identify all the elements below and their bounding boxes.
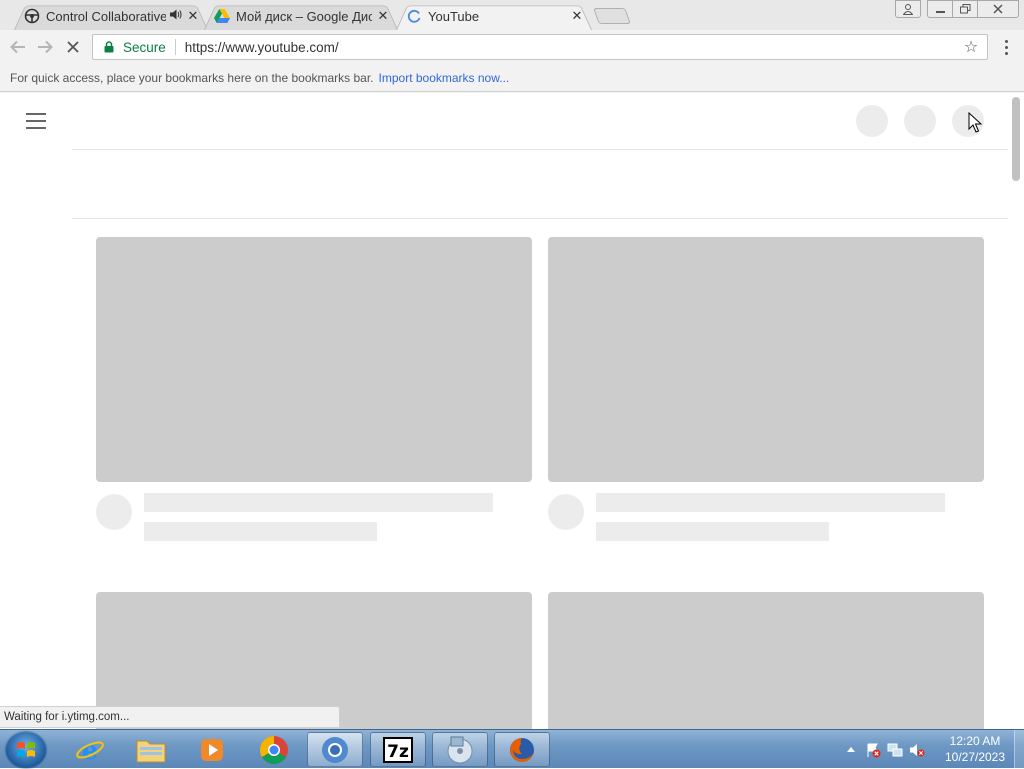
taskbar-media-player[interactable] — [184, 732, 240, 767]
tab-title: YouTube — [428, 8, 480, 24]
system-tray — [840, 730, 928, 769]
taskbar-chromium[interactable] — [307, 732, 363, 767]
page-scrollbar[interactable] — [1008, 93, 1024, 729]
header-placeholder-circle — [856, 105, 888, 137]
person-icon — [903, 3, 913, 15]
show-desktop-button[interactable] — [1014, 730, 1024, 769]
status-bubble: Waiting for i.ytimg.com... — [0, 706, 340, 728]
lock-icon — [101, 41, 117, 53]
video-thumbnail-placeholder[interactable] — [548, 237, 984, 482]
address-bar[interactable]: Secure https://www.youtube.com/ ☆ — [92, 34, 988, 60]
taskbar-windows-explorer[interactable] — [123, 732, 179, 767]
loading-spinner-icon — [406, 8, 422, 24]
video-meta-placeholder — [596, 522, 829, 541]
video-title-placeholder — [144, 493, 493, 512]
tab-close-button[interactable]: ✕ — [376, 8, 390, 24]
speaker-icon[interactable] — [170, 9, 182, 23]
svg-text:7z: 7z — [387, 742, 409, 762]
profile-button[interactable] — [895, 0, 921, 18]
disk-tool-icon — [447, 736, 473, 763]
firefox-icon — [510, 737, 534, 762]
video-title-placeholder — [596, 493, 945, 512]
minimize-icon — [935, 11, 945, 13]
tab-close-button[interactable]: ✕ — [570, 8, 584, 24]
chrome-icon — [260, 735, 288, 764]
bookmarks-bar: For quick access, place your bookmarks h… — [0, 64, 1024, 92]
kebab-dot — [1004, 51, 1008, 55]
url-text[interactable]: https://www.youtube.com/ — [185, 40, 959, 55]
close-window-button[interactable] — [977, 0, 1019, 18]
chromium-icon — [322, 736, 348, 763]
header-placeholder-circle — [904, 105, 936, 137]
taskbar-internet-explorer[interactable]: e — [62, 732, 118, 767]
scrollbar-thumb[interactable] — [1012, 97, 1020, 181]
mouse-cursor-icon — [968, 112, 982, 133]
forward-button[interactable] — [34, 36, 56, 58]
close-icon — [993, 4, 1003, 14]
chevron-up-icon — [847, 747, 855, 752]
kebab-dot — [1004, 45, 1008, 49]
video-meta-placeholder — [144, 522, 377, 541]
tab-title: Мой диск – Google Диск — [236, 8, 372, 24]
back-button[interactable] — [7, 36, 29, 58]
clock-date: 10/27/2023 — [944, 750, 1006, 764]
media-player-icon — [201, 738, 223, 761]
volume-muted-icon[interactable] — [906, 741, 928, 759]
folder-icon — [136, 740, 166, 762]
bookmarks-bar-message: For quick access, place your bookmarks h… — [10, 70, 374, 85]
import-bookmarks-link[interactable]: Import bookmarks now... — [379, 71, 510, 85]
arrow-left-icon — [10, 40, 25, 54]
secure-label: Secure — [123, 39, 166, 55]
bookmark-star-icon[interactable]: ☆ — [959, 37, 983, 57]
browser-chrome: Control Collaborative ✕ Мой диск – Googl… — [0, 0, 1024, 93]
video-thumbnail-placeholder[interactable] — [548, 592, 984, 729]
stop-loading-button[interactable] — [62, 36, 84, 58]
clock-time: 12:20 AM — [949, 734, 1001, 748]
tab-control-collaborative[interactable]: Control Collaborative ✕ — [14, 2, 208, 30]
channel-avatar-placeholder — [548, 494, 584, 530]
taskbar-firefox[interactable] — [494, 732, 550, 767]
taskbar-clock[interactable]: 12:20 AM 10/27/2023 — [940, 733, 1010, 765]
network-icon[interactable] — [884, 741, 906, 759]
stop-x-icon — [67, 41, 79, 53]
tab-strip: Control Collaborative ✕ Мой диск – Googl… — [0, 0, 1024, 30]
youtube-page — [0, 93, 1024, 729]
video-thumbnail-placeholder[interactable] — [96, 237, 532, 482]
hamburger-menu-icon[interactable] — [26, 113, 46, 129]
svg-text:e: e — [82, 736, 99, 765]
tab-youtube[interactable]: YouTube ✕ — [396, 2, 592, 30]
internet-explorer-icon: e — [76, 736, 104, 765]
browser-toolbar: Secure https://www.youtube.com/ ☆ — [0, 30, 1024, 64]
7-zip-icon: 7z — [383, 736, 413, 763]
restore-icon — [959, 4, 970, 14]
header-divider — [72, 149, 1008, 150]
taskbar-google-chrome[interactable] — [246, 732, 302, 767]
google-drive-icon — [214, 8, 230, 24]
tab-close-button[interactable]: ✕ — [186, 8, 200, 24]
minimize-button[interactable] — [927, 0, 953, 18]
tab-google-drive[interactable]: Мой диск – Google Диск ✕ — [204, 2, 398, 30]
taskbar-7-zip[interactable]: 7z — [370, 732, 426, 767]
steering-wheel-icon — [24, 8, 40, 24]
chips-divider — [72, 218, 1008, 219]
windows-logo-icon — [17, 742, 35, 757]
taskbar-disk-tool[interactable] — [432, 732, 488, 767]
show-hidden-icons-button[interactable] — [840, 741, 862, 759]
arrow-right-icon — [38, 40, 53, 54]
kebab-dot — [1004, 39, 1008, 43]
restore-button[interactable] — [952, 0, 978, 18]
windows-taskbar: e 7z 12:20 AM 10/27/2023 — [0, 729, 1024, 769]
start-button[interactable] — [6, 732, 46, 768]
action-center-flag-icon[interactable] — [862, 741, 884, 759]
omnibox-divider — [174, 39, 176, 55]
chrome-menu-button[interactable] — [998, 36, 1014, 58]
channel-avatar-placeholder — [96, 494, 132, 530]
tab-title: Control Collaborative — [46, 8, 166, 24]
new-tab-button[interactable] — [593, 8, 631, 24]
